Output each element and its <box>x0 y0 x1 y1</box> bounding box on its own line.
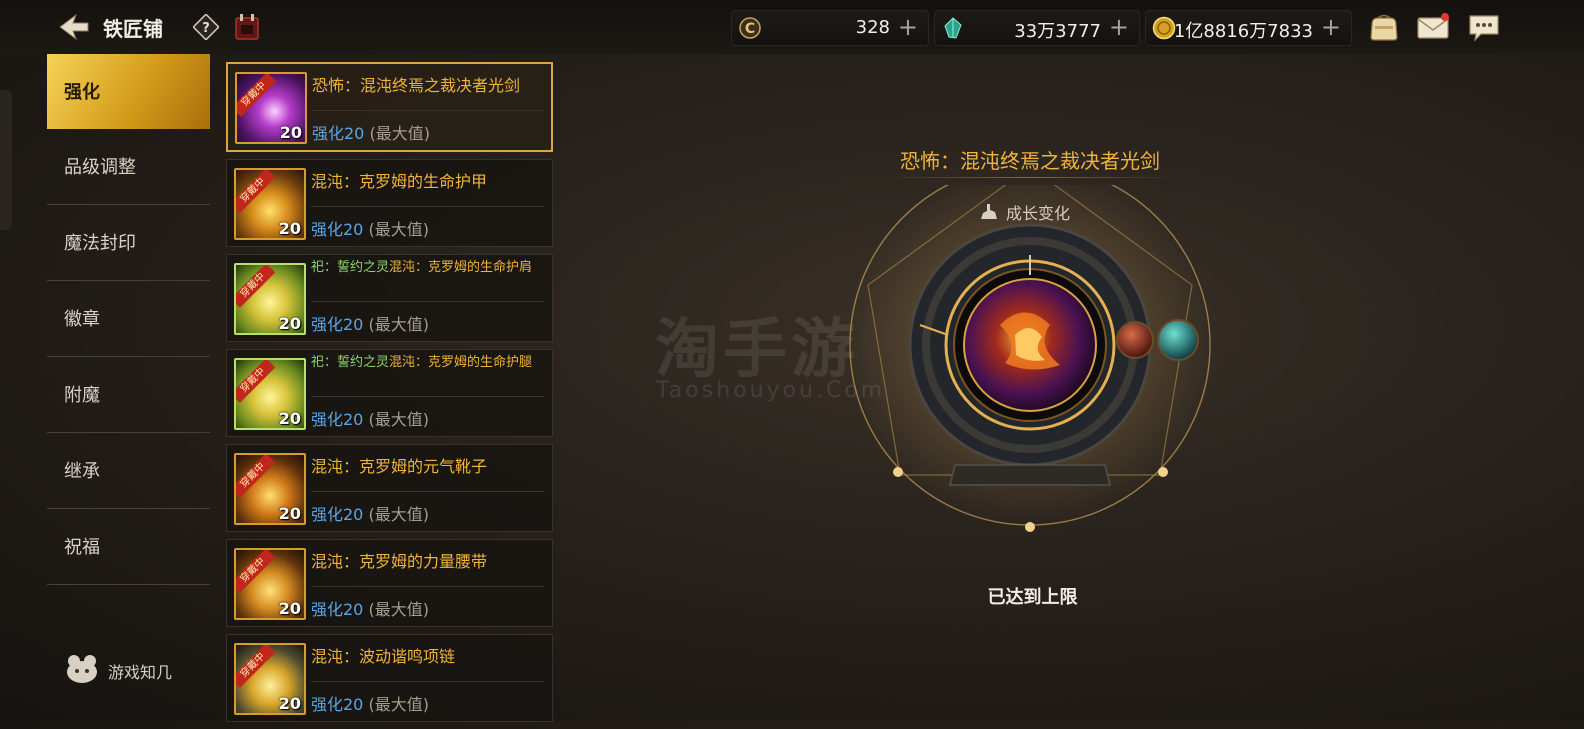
add-crystal-button[interactable]: + <box>1109 14 1129 40</box>
divider <box>880 177 1180 178</box>
thumbnail-level: 20 <box>278 694 301 713</box>
divider <box>311 681 544 682</box>
equipment-thumbnail: 穿戴中 20 <box>234 548 306 620</box>
divider <box>311 206 544 207</box>
game-helper-label[interactable]: 游戏知几 <box>108 659 172 683</box>
thumbnail-level: 20 <box>278 314 301 333</box>
sidebar-item-label: 魔法封印 <box>64 233 136 254</box>
enhance-level: 强化20 (最大值) <box>311 505 429 524</box>
currency-value: 1亿8816万7833 <box>1173 21 1313 42</box>
equipped-badge: 穿戴中 <box>236 360 276 403</box>
game-helper-logo-icon[interactable] <box>64 652 100 686</box>
equipment-thumbnail: 穿戴中 20 <box>234 358 306 430</box>
thumbnail-level: 20 <box>279 123 302 142</box>
equipped-badge: 穿戴中 <box>236 645 276 688</box>
equipment-item[interactable]: 穿戴中 20 恐怖：混沌终焉之裁决者光剑 强化20 (最大值) <box>226 62 553 152</box>
max-reached-status: 已达到上限 <box>987 587 1078 608</box>
divider <box>311 396 544 397</box>
equipment-item[interactable]: 穿戴中 20 混沌：克罗姆的元气靴子 强化20 (最大值) <box>226 444 553 532</box>
enhance-level: 强化20 (最大值) <box>312 124 430 143</box>
mail-icon[interactable] <box>1416 12 1450 42</box>
page-title: 铁匠铺 <box>103 17 163 41</box>
enhance-level: 强化20 (最大值) <box>311 315 429 334</box>
equipment-thumbnail: 穿戴中 20 <box>234 168 306 240</box>
equipment-name: 混沌：波动谐鸣项链 <box>311 647 456 666</box>
svg-text:C: C <box>745 21 755 37</box>
side-drawer-handle[interactable] <box>0 90 12 230</box>
currency-crystal: 33万3777 + <box>934 10 1140 46</box>
divider <box>311 586 544 587</box>
equipment-thumbnail: 穿戴中 20 <box>234 453 306 525</box>
equipment-name: 祀：誓约之灵混沌：克罗姆的生命护肩 <box>311 260 533 275</box>
currency-gold: 1亿8816万7833 + <box>1145 10 1352 46</box>
back-arrow-icon[interactable] <box>58 12 90 42</box>
calendar-icon[interactable] <box>234 13 260 41</box>
selected-equipment-name: 恐怖：混沌终焉之裁决者光剑 <box>900 149 1160 173</box>
equipment-thumbnail: 穿戴中 20 <box>234 643 306 715</box>
thumbnail-level: 20 <box>278 219 301 238</box>
help-icon[interactable]: ? <box>193 14 219 40</box>
equipment-thumbnail: 穿戴中 20 <box>235 72 307 144</box>
equipped-badge: 穿戴中 <box>236 455 276 498</box>
equipped-badge: 穿戴中 <box>237 74 277 117</box>
equipment-item[interactable]: 穿戴中 20 祀：誓约之灵混沌：克罗姆的生命护腿 强化20 (最大值) <box>226 349 553 437</box>
sidebar-item-label: 强化 <box>64 82 100 103</box>
equipped-badge: 穿戴中 <box>236 265 276 308</box>
currency-c-coin: C 328 + <box>731 10 929 46</box>
chat-icon[interactable] <box>1467 12 1501 42</box>
equipment-item[interactable]: 穿戴中 20 混沌：波动谐鸣项链 强化20 (最大值) <box>226 634 553 722</box>
divider <box>312 110 543 111</box>
add-gold-button[interactable]: + <box>1321 14 1341 40</box>
sidebar-item-enchant[interactable]: 附魔 <box>47 357 210 433</box>
gold-coin-icon <box>1152 16 1176 40</box>
sidebar-item-label: 品级调整 <box>64 157 136 178</box>
enhance-machine <box>845 185 1215 532</box>
sidebar-item-inherit[interactable]: 继承 <box>47 433 210 509</box>
c-coin-icon: C <box>739 17 761 39</box>
sidebar-item-enhance[interactable]: 强化 <box>47 54 210 129</box>
equipment-thumbnail: 穿戴中 20 <box>234 263 306 335</box>
bag-icon[interactable] <box>1367 12 1401 42</box>
thumbnail-level: 20 <box>278 504 301 523</box>
sidebar-item-label: 徽章 <box>64 309 100 330</box>
equipment-name: 恐怖：混沌终焉之裁决者光剑 <box>312 76 521 95</box>
equipped-badge: 穿戴中 <box>236 170 276 213</box>
add-c-coin-button[interactable]: + <box>898 14 918 40</box>
divider <box>311 491 544 492</box>
currency-value: 33万3777 <box>1014 21 1101 42</box>
sidebar-item-label: 祝福 <box>64 537 100 558</box>
equipment-name: 混沌：克罗姆的生命护甲 <box>311 172 488 191</box>
divider <box>311 301 544 302</box>
enhance-level: 强化20 (最大值) <box>311 220 429 239</box>
equipment-name: 祀：誓约之灵混沌：克罗姆的生命护腿 <box>311 355 533 370</box>
sidebar-item-label: 继承 <box>64 461 100 482</box>
sidebar-item-blessing[interactable]: 祝福 <box>47 509 210 585</box>
thumbnail-level: 20 <box>278 409 301 428</box>
enhance-level: 强化20 (最大值) <box>311 695 429 714</box>
sidebar-item-label: 附魔 <box>64 385 100 406</box>
crystal-icon <box>944 17 962 39</box>
enhance-level: 强化20 (最大值) <box>311 410 429 429</box>
enhance-level: 强化20 (最大值) <box>311 600 429 619</box>
equipment-list: 穿戴中 20 恐怖：混沌终焉之裁决者光剑 强化20 (最大值) 穿戴中 20 混… <box>226 62 553 729</box>
thumbnail-level: 20 <box>278 599 301 618</box>
growth-change-button[interactable]: 成长变化 <box>980 200 1070 224</box>
equipment-name: 混沌：克罗姆的元气靴子 <box>311 457 488 476</box>
sidebar: 强化 品级调整 魔法封印 徽章 附魔 继承 祝福 <box>47 54 210 585</box>
equipment-item[interactable]: 穿戴中 20 混沌：克罗姆的生命护甲 强化20 (最大值) <box>226 159 553 247</box>
svg-text:?: ? <box>202 21 210 36</box>
equipment-name: 混沌：克罗姆的力量腰带 <box>311 552 488 571</box>
sidebar-item-magic-seal[interactable]: 魔法封印 <box>47 205 210 281</box>
sidebar-item-emblem[interactable]: 徽章 <box>47 281 210 357</box>
currency-value: 328 <box>855 17 890 38</box>
equipment-item[interactable]: 穿戴中 20 混沌：克罗姆的力量腰带 强化20 (最大值) <box>226 539 553 627</box>
equipment-item[interactable]: 穿戴中 20 祀：誓约之灵混沌：克罗姆的生命护肩 强化20 (最大值) <box>226 254 553 342</box>
equipped-badge: 穿戴中 <box>236 550 276 593</box>
sidebar-item-grade-adjust[interactable]: 品级调整 <box>47 129 210 205</box>
